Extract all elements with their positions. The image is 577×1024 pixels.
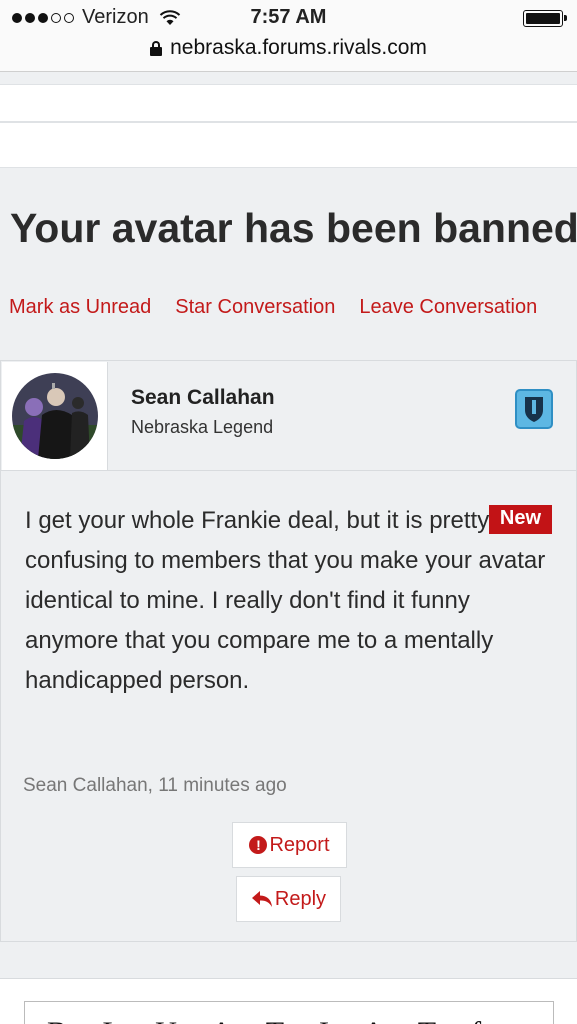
avatar[interactable] [12, 373, 98, 459]
status-bar: Verizon 7:57 AM nebraska.forums.rivals.c… [0, 0, 577, 72]
report-button[interactable]: ! Report [232, 822, 347, 868]
shield-badge-icon [515, 389, 553, 429]
reply-label: Reply [274, 887, 327, 910]
mark-unread-link[interactable]: Mark as Unread [9, 296, 151, 319]
message-header: Sean Callahan Nebraska Legend [1, 361, 576, 471]
ad-banner[interactable]: B L U A T I A T f [24, 1001, 554, 1024]
leave-conversation-link[interactable]: Leave Conversation [359, 296, 537, 319]
message-body: I get your whole Frankie deal, but it is… [25, 507, 546, 694]
nav-band [0, 84, 577, 122]
reply-arrow-icon [251, 891, 272, 907]
star-conversation-link[interactable]: Star Conversation [175, 296, 335, 319]
clock: 7:57 AM [250, 6, 327, 28]
breadcrumb-band [0, 122, 577, 168]
report-label: Report [269, 833, 330, 856]
exclamation-icon: ! [249, 836, 268, 854]
message-card: Sean Callahan Nebraska Legend I get your… [0, 360, 577, 942]
conversation-actions: Mark as Unread Star Conversation Leave C… [9, 296, 537, 319]
author-rank: Nebraska Legend [131, 417, 274, 437]
address-bar[interactable]: nebraska.forums.rivals.com [0, 36, 577, 60]
battery-icon [523, 10, 567, 27]
author-name[interactable]: Sean Callahan [131, 386, 275, 410]
reply-button[interactable]: Reply [236, 876, 341, 922]
avatar-container [2, 362, 108, 470]
url-text: nebraska.forums.rivals.com [170, 36, 427, 59]
ad-card: B L U A T I A T f [0, 978, 577, 1024]
lock-icon [150, 40, 163, 56]
ad-text: B L U A T I A T f [47, 1016, 495, 1024]
message-meta: Sean Callahan, 11 minutes ago [23, 775, 287, 796]
page-title: Your avatar has been banned [10, 205, 577, 251]
new-badge: New [488, 505, 552, 534]
